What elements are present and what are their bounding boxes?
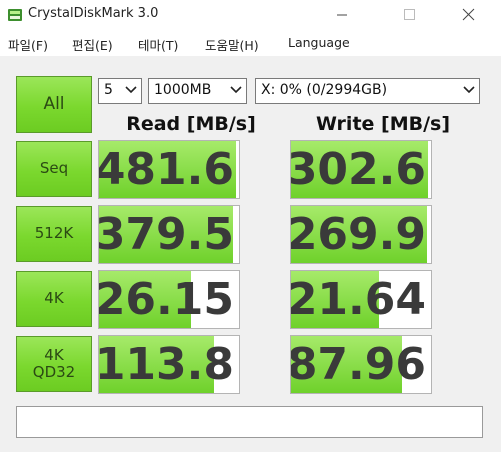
4k-qd32-read-result: 113.8 — [98, 335, 240, 394]
4k-qd32-write-value: 87.96 — [290, 339, 426, 390]
4k-label: 4K — [44, 289, 64, 308]
all-button[interactable]: All — [16, 76, 92, 133]
read-column-header: Read [MB/s] — [126, 113, 256, 135]
write-column-header: Write [MB/s] — [315, 113, 451, 135]
menu-file[interactable]: 파일(F) — [8, 35, 48, 54]
menu-edit[interactable]: 편집(E) — [72, 35, 113, 54]
4k-write-result: 21.64 — [290, 270, 432, 329]
drive-value: X: 0% (0/2994GB) — [261, 82, 388, 98]
seq-read-value: 481.6 — [98, 144, 234, 195]
window-title: CrystalDiskMark 3.0 — [28, 6, 159, 21]
4k-write-value: 21.64 — [290, 274, 426, 325]
512k-read-result: 379.5 — [98, 205, 240, 264]
4k-test-button[interactable]: 4K — [16, 271, 92, 327]
512k-label: 512K — [34, 224, 74, 243]
chevron-down-icon — [230, 86, 242, 94]
512k-read-value: 379.5 — [98, 209, 234, 260]
menu-theme[interactable]: 테마(T) — [138, 35, 178, 54]
seq-test-button[interactable]: Seq — [16, 141, 92, 197]
seq-label: Seq — [39, 159, 69, 178]
minimize-button[interactable] — [319, 0, 365, 30]
menu-language[interactable]: Language — [288, 35, 350, 50]
runs-select[interactable]: 5 — [98, 78, 142, 104]
512k-write-result: 269.9 — [290, 205, 432, 264]
4k-qd32-label-line2: QD32 — [32, 363, 76, 381]
chevron-down-icon — [125, 86, 137, 94]
drive-select[interactable]: X: 0% (0/2994GB) — [255, 78, 480, 104]
comment-box[interactable] — [16, 406, 483, 438]
close-button[interactable] — [446, 0, 492, 30]
size-select[interactable]: 1000MB — [148, 78, 247, 104]
4k-qd32-label: 4K — [44, 345, 64, 364]
title-bar: CrystalDiskMark 3.0 — [0, 0, 501, 30]
4k-qd32-write-result: 87.96 — [290, 335, 432, 394]
size-value: 1000MB — [154, 82, 212, 98]
maximize-icon — [404, 9, 415, 20]
4k-read-value: 26.15 — [98, 274, 234, 325]
seq-write-result: 302.6 — [290, 140, 432, 199]
close-icon — [462, 8, 475, 21]
seq-read-result: 481.6 — [98, 140, 240, 199]
chevron-down-icon — [463, 86, 475, 94]
menu-bar: 파일(F) 편집(E) 테마(T) 도움말(H) Language — [0, 30, 501, 56]
runs-value: 5 — [104, 82, 113, 98]
4k-qd32-read-value: 113.8 — [98, 339, 234, 390]
minimize-icon — [337, 14, 347, 16]
4k-qd32-test-button[interactable]: 4K QD32 — [16, 336, 92, 392]
512k-write-value: 269.9 — [290, 209, 426, 260]
all-button-label: All — [43, 93, 65, 114]
512k-test-button[interactable]: 512K — [16, 206, 92, 262]
app-disk-icon — [8, 9, 22, 21]
menu-help[interactable]: 도움말(H) — [205, 35, 259, 54]
maximize-button[interactable] — [386, 0, 432, 30]
seq-write-value: 302.6 — [290, 144, 426, 195]
4k-read-result: 26.15 — [98, 270, 240, 329]
